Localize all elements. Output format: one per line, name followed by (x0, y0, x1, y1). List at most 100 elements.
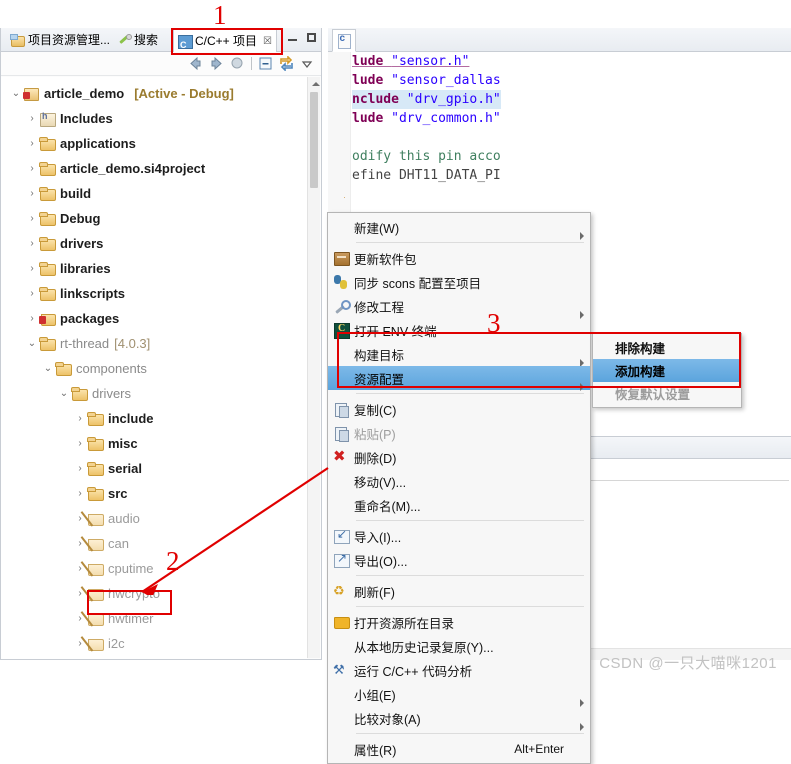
tree-twisty-icon[interactable]: › (73, 438, 87, 449)
submenu-item-1[interactable]: 添加构建 (593, 359, 741, 382)
tree-item-label: linkscripts (60, 286, 126, 301)
context-menu[interactable]: 新建(W) 更新软件包同步 scons 配置至项目修改工程打开 ENV 终端构建目… (327, 212, 591, 764)
refresh-view-icon[interactable] (279, 55, 294, 72)
excluded-folder-icon (87, 536, 104, 551)
menu-item-打开资源所在目录[interactable]: 打开资源所在目录 (328, 610, 590, 634)
menu-item-从本地历史记录复原-Y-[interactable]: 从本地历史记录复原(Y)... (328, 634, 590, 658)
tree-item-include[interactable]: › include (1, 406, 307, 431)
tree-item-libraries[interactable]: › libraries (1, 256, 307, 281)
view-tab-project-explorer[interactable]: 项目资源管理... (7, 30, 114, 51)
tree-item-mtd[interactable]: ›mtd (1, 656, 307, 659)
folder-icon (39, 136, 56, 151)
menu-item-重命名-M-[interactable]: 重命名(M)... (328, 493, 590, 517)
tree-item-article-demo[interactable]: ⌄ article_demo [Active - Debug] (1, 81, 307, 106)
tree-item-debug[interactable]: › Debug (1, 206, 307, 231)
folder-icon (39, 336, 56, 351)
editor-tab-bar (328, 28, 791, 52)
folder-icon (39, 186, 56, 201)
package-icon (328, 250, 354, 266)
menu-item-导出-O-[interactable]: 导出(O)... (328, 548, 590, 572)
tree-item-rt-thread[interactable]: ⌄ rt-thread [4.0.3] (1, 331, 307, 356)
menu-item-构建目标[interactable]: 构建目标 (328, 342, 590, 367)
menu-item-运行-C-C-代码分析[interactable]: ⚒ 运行 C/C++ 代码分析 (328, 658, 590, 682)
tree-twisty-icon[interactable]: › (25, 188, 39, 199)
tree-item-linkscripts[interactable]: › linkscripts (1, 281, 307, 306)
tree-item-applications[interactable]: › applications (1, 131, 307, 156)
tree-twisty-icon[interactable]: › (25, 263, 39, 274)
view-menu-icon[interactable] (300, 56, 315, 71)
tree-item-drivers[interactable]: ⌄ drivers (1, 381, 307, 406)
tree-item-serial[interactable]: › serial (1, 456, 307, 481)
editor-tab[interactable] (332, 29, 356, 52)
tree-item-cputime[interactable]: › cputime (1, 556, 307, 581)
tree-item-packages[interactable]: › packages (1, 306, 307, 331)
tree-item-includes[interactable]: › Includes (1, 106, 307, 131)
tree-twisty-icon[interactable]: › (73, 488, 87, 499)
tree-item-label: drivers (60, 236, 104, 251)
tree-twisty-icon[interactable]: ⌄ (57, 388, 71, 399)
tree-twisty-icon[interactable]: › (73, 413, 87, 424)
tree-item-drivers[interactable]: › drivers (1, 231, 307, 256)
menu-item-打开-ENV-终端[interactable]: 打开 ENV 终端 (328, 318, 590, 342)
resource-config-submenu[interactable]: 排除构建 添加构建 恢复默认设置 (592, 333, 742, 408)
submenu-item-2[interactable]: 恢复默认设置 (593, 382, 741, 405)
menu-item-label: 同步 scons 配置至项目 (354, 276, 482, 291)
collapse-all-icon[interactable] (258, 56, 273, 71)
view-tab-cpp-projects[interactable]: C C/C++ 项目 ☒ (173, 29, 277, 54)
menu-item-同步-scons-配置至项目[interactable]: 同步 scons 配置至项目 (328, 270, 590, 294)
submenu-item-0[interactable]: 排除构建 (593, 336, 741, 359)
submenu-item-no-icon (593, 363, 613, 379)
scrollbar-thumb[interactable] (310, 92, 318, 188)
forward-arrow-icon[interactable] (209, 56, 224, 71)
tree-twisty-icon[interactable]: › (25, 113, 39, 124)
tree-twisty-icon[interactable]: ⌄ (9, 88, 23, 99)
menu-item-导入-I-[interactable]: 导入(I)... (328, 524, 590, 548)
delete-icon: ✖ (328, 449, 354, 465)
menu-item-label: 资源配置 (354, 372, 405, 387)
minimize-view-icon[interactable] (287, 32, 298, 43)
menu-item-新建-W-[interactable]: 新建(W) (328, 215, 590, 240)
tree-item-build[interactable]: › build (1, 181, 307, 206)
tree-item-src[interactable]: › src (1, 481, 307, 506)
menu-item-删除-D-[interactable]: ✖ 删除(D) (328, 445, 590, 469)
menu-item-资源配置[interactable]: 资源配置 (328, 366, 590, 391)
tree-twisty-icon[interactable]: › (25, 138, 39, 149)
menu-item-刷新-F-[interactable]: ♻ 刷新(F) (328, 579, 590, 603)
tree-item-audio[interactable]: › audio (1, 506, 307, 531)
menu-item-修改工程[interactable]: 修改工程 (328, 294, 590, 319)
menu-item-更新软件包[interactable]: 更新软件包 (328, 246, 590, 270)
tree-vertical-scrollbar[interactable] (307, 77, 320, 658)
menu-item-粘贴-P-[interactable]: 粘贴(P) (328, 421, 590, 445)
tree-item-components[interactable]: ⌄ components (1, 356, 307, 381)
tree-item-i2c[interactable]: › i2c (1, 631, 307, 656)
tree-twisty-icon[interactable]: ⌄ (25, 338, 39, 349)
menu-item-小组-E-[interactable]: 小组(E) (328, 682, 590, 707)
tree-twisty-icon[interactable]: › (25, 288, 39, 299)
menu-item-属性-R-[interactable]: 属性(R) Alt+Enter (328, 737, 590, 761)
tree-twisty-icon[interactable]: › (25, 213, 39, 224)
menu-item-移动-V-[interactable]: 移动(V)... (328, 469, 590, 493)
tree-item-misc[interactable]: › misc (1, 431, 307, 456)
tree-twisty-icon[interactable]: › (25, 163, 39, 174)
tree-item-can[interactable]: › can (1, 531, 307, 556)
tree-item-hwtimer[interactable]: › hwtimer (1, 606, 307, 631)
import-icon (328, 527, 354, 544)
view-tab-search[interactable]: 搜索 (114, 30, 162, 51)
tree-item-article-demo-si4project[interactable]: › article_demo.si4project (1, 156, 307, 181)
tree-item-hwcrypto[interactable]: › hwcrypto (1, 581, 307, 606)
close-icon[interactable]: ☒ (263, 30, 272, 53)
folder-icon (87, 486, 104, 501)
tree-twisty-icon[interactable]: ⌄ (41, 363, 55, 374)
tree-item-label: rt-thread (60, 336, 110, 351)
tree-twisty-icon[interactable]: › (25, 238, 39, 249)
maximize-view-icon[interactable] (306, 32, 317, 43)
back-arrow-icon[interactable] (188, 56, 203, 71)
menu-item-复制-C-[interactable]: 复制(C) (328, 397, 590, 421)
project-tree[interactable]: ⌄article_demo[Active - Debug]›Includes›a… (1, 77, 307, 659)
menu-item-比较对象-A-[interactable]: 比较对象(A) (328, 706, 590, 731)
code-analysis-icon-glyph: ⚒ (333, 662, 345, 677)
scroll-up-arrow-icon[interactable] (308, 77, 320, 90)
link-editor-icon[interactable] (230, 56, 245, 71)
tree-twisty-icon[interactable]: › (25, 313, 39, 324)
tree-twisty-icon[interactable]: › (73, 463, 87, 474)
